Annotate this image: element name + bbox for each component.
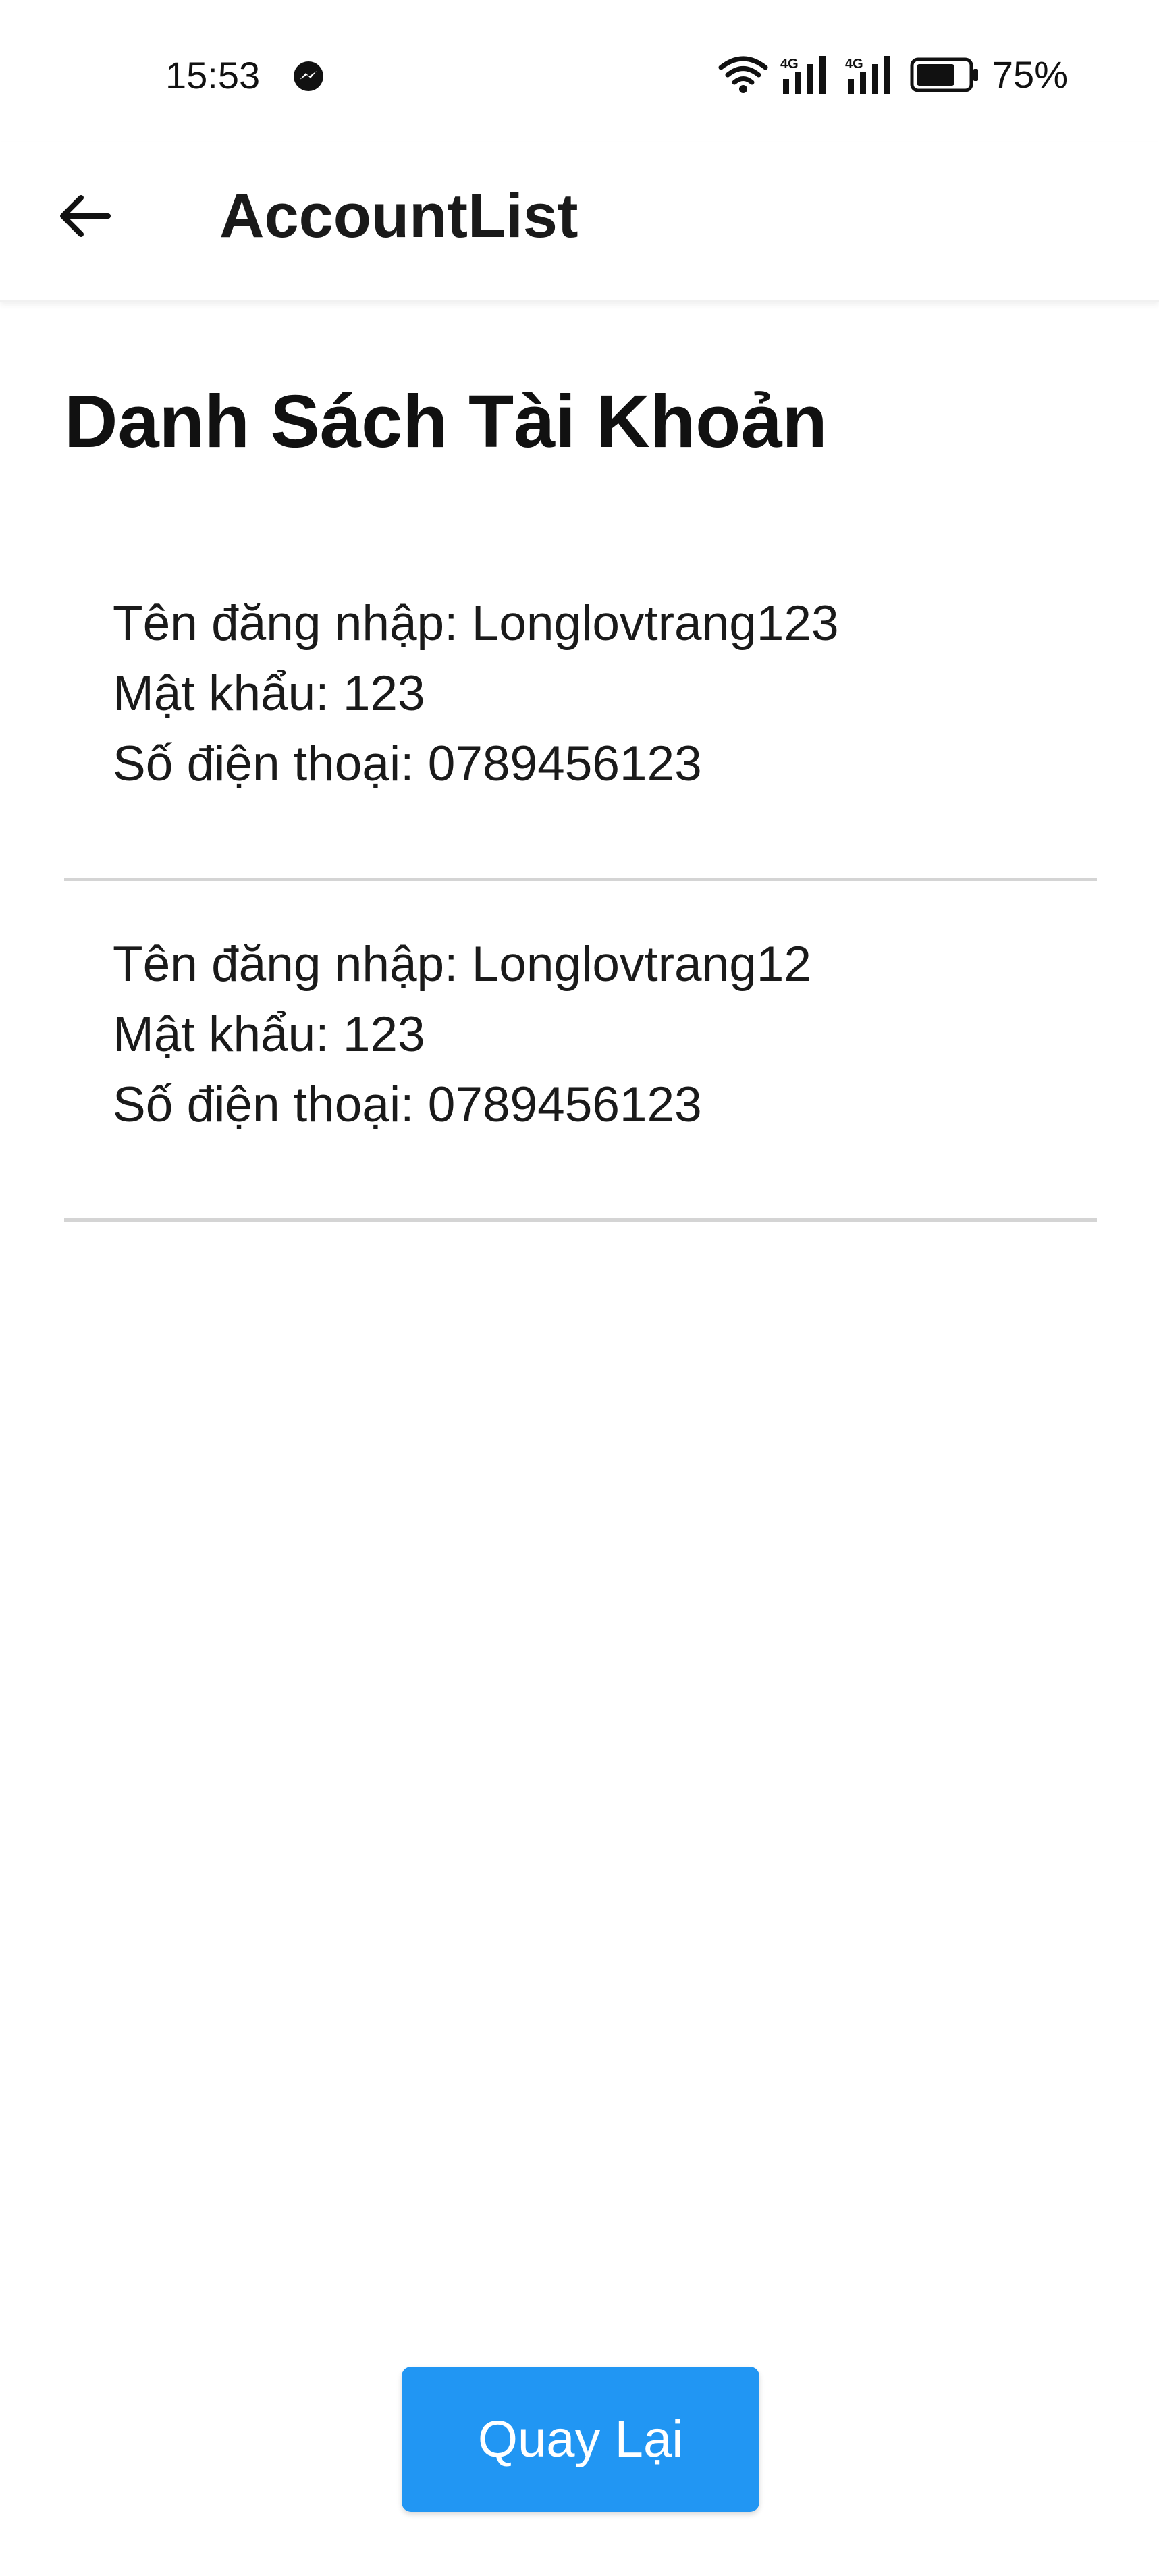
- account-username: Tên đăng nhập: Longlovtrang123: [113, 596, 839, 651]
- signal-4g-icon: 4G: [845, 56, 890, 94]
- signal-4g-label: 4G: [780, 57, 799, 72]
- battery-percent: 75%: [992, 53, 1068, 96]
- screen: 15:53 4G 4G 75% AccountList Danh Sách Tà…: [0, 0, 1159, 2576]
- wifi-icon: [718, 56, 768, 93]
- account-phone: Số điện thoại: 0789456123: [113, 736, 702, 791]
- account-username: Tên đăng nhập: Longlovtrang12: [113, 937, 812, 992]
- account-password: Mật khẩu: 123: [113, 666, 425, 721]
- signal-4g-label: 4G: [845, 57, 863, 72]
- account-details: Tên đăng nhập: Longlovtrang123 Mật khẩu:…: [113, 589, 839, 799]
- account-password: Mật khẩu: 123: [113, 1007, 425, 1062]
- back-button[interactable]: Quay Lại: [402, 2367, 759, 2512]
- page-title: Danh Sách Tài Khoản: [64, 380, 828, 463]
- signal-4g-icon: 4G: [780, 56, 826, 94]
- messenger-icon: [292, 59, 325, 93]
- status-bar: 15:53 4G 4G 75%: [0, 0, 1159, 142]
- app-bar: AccountList: [0, 142, 1159, 302]
- account-phone: Số điện thoại: 0789456123: [113, 1077, 702, 1132]
- back-arrow-button[interactable]: [47, 179, 122, 253]
- account-details: Tên đăng nhập: Longlovtrang12 Mật khẩu: …: [113, 930, 811, 1140]
- arrow-left-icon: [60, 195, 111, 237]
- status-icons: 4G 4G 75%: [718, 50, 1068, 100]
- status-time: 15:53: [165, 54, 261, 97]
- battery-icon: [910, 57, 978, 92]
- account-list-item[interactable]: Tên đăng nhập: Longlovtrang12 Mật khẩu: …: [64, 881, 1097, 1222]
- app-bar-title: AccountList: [219, 182, 578, 250]
- account-list: Tên đăng nhập: Longlovtrang123 Mật khẩu:…: [64, 540, 1097, 1222]
- account-list-item[interactable]: Tên đăng nhập: Longlovtrang123 Mật khẩu:…: [64, 540, 1097, 881]
